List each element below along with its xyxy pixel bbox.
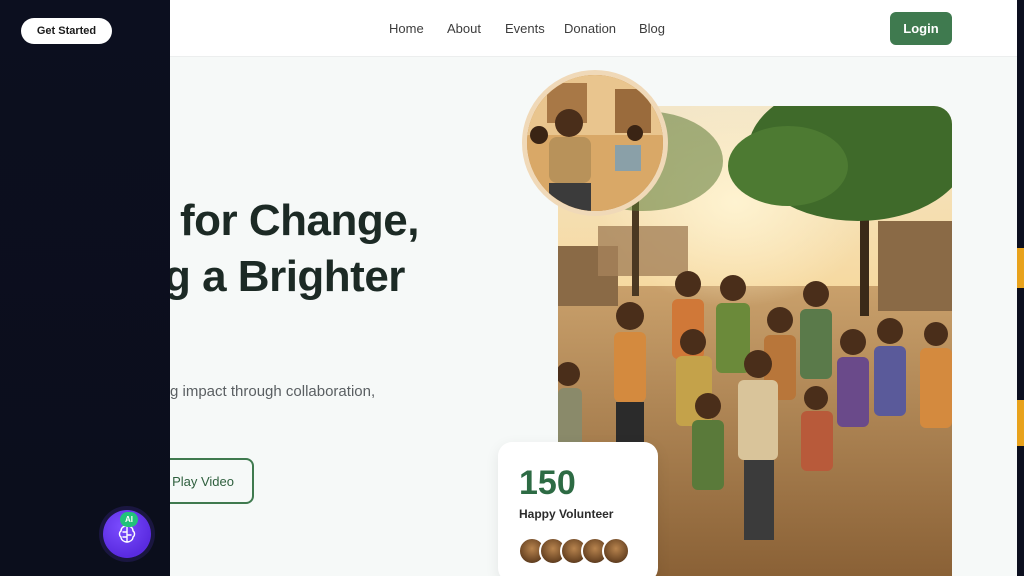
dark-side-panel [0,0,170,576]
circle-photo-child [522,70,668,216]
avatar [602,537,630,565]
website-viewport: Home About Events Donation Blog Login fo… [170,0,1017,576]
right-edge-accent [1017,248,1024,288]
login-button[interactable]: Login [890,12,952,45]
navbar: Home About Events Donation Blog Login [170,0,1017,57]
nav-events[interactable]: Events [505,21,545,36]
hero-subtitle: g impact through collaboration, [170,383,376,400]
right-edge-panel [1017,0,1024,576]
right-edge-accent [1017,400,1024,446]
hero-title-line-2: g a Brighter [170,252,405,301]
ai-badge: AI [120,512,138,527]
nav-donation[interactable]: Donation [564,21,616,36]
hero-title-line-1: for Change, [180,196,419,245]
nav-blog[interactable]: Blog [639,21,665,36]
nav-about[interactable]: About [447,21,481,36]
play-video-button[interactable]: Play Video [170,458,254,504]
volunteer-count: 150 [519,464,576,502]
volunteer-label: Happy Volunteer [519,507,614,521]
volunteer-stat-card: 150 Happy Volunteer [498,442,658,576]
nav-home[interactable]: Home [389,21,424,36]
child-water-tap-image [527,75,663,211]
screen: Get Started Home About Events Donation B… [0,0,1024,576]
get-started-button[interactable]: Get Started [21,18,112,44]
